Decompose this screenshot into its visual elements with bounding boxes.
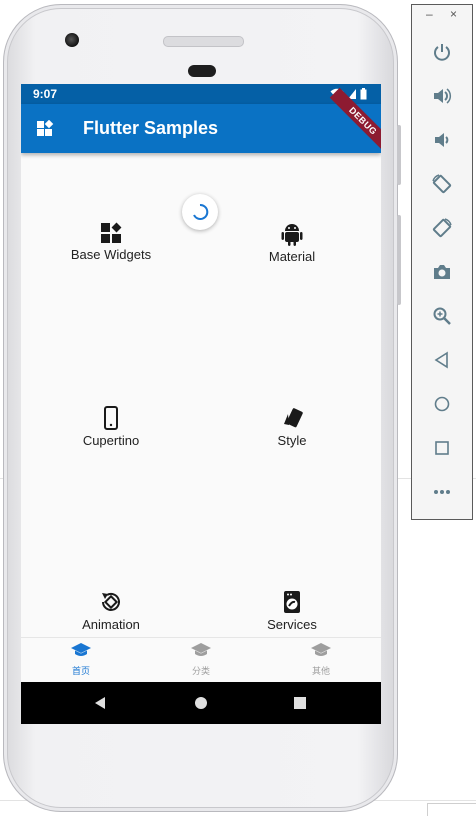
nav-item-label: 首页 <box>71 666 90 676</box>
sensor-slot <box>188 65 216 77</box>
grid-item-animation[interactable]: Animation <box>21 590 201 632</box>
close-button[interactable]: × <box>450 7 457 21</box>
more-button[interactable] <box>412 477 472 507</box>
back-button[interactable] <box>412 345 472 375</box>
status-bar: 9:07 <box>21 84 381 104</box>
more-icon <box>434 490 450 494</box>
status-time: 9:07 <box>33 87 58 101</box>
home-icon <box>434 396 450 412</box>
grid-item-label: Cupertino <box>82 433 140 448</box>
volume-down-icon <box>435 133 449 147</box>
volume-up-icon <box>434 88 452 104</box>
side-button <box>397 215 401 305</box>
android-icon <box>281 224 303 246</box>
grid-item-label: Base Widgets <box>70 247 152 262</box>
school-icon <box>191 643 211 656</box>
overview-icon[interactable] <box>293 696 307 710</box>
nav-item-other[interactable]: 其他 <box>261 642 381 677</box>
battery-icon <box>360 88 367 100</box>
emulator-toolbar: – × <box>411 4 473 520</box>
rotate-left-button[interactable] <box>412 169 472 199</box>
app-bar: Flutter Samples DEBUG <box>21 87 381 155</box>
home-icon[interactable] <box>194 696 208 710</box>
widgets-icon[interactable] <box>36 120 54 138</box>
overview-icon <box>435 441 449 455</box>
system-navigation-bar <box>21 682 381 724</box>
rotate-right-icon <box>432 218 452 238</box>
grid-item-material[interactable]: Material <box>202 222 381 264</box>
home-button[interactable] <box>412 389 472 419</box>
style-icon <box>284 408 303 428</box>
grid-item-cupertino[interactable]: Cupertino <box>21 406 201 448</box>
zoom-button[interactable] <box>412 301 472 331</box>
camera-icon <box>434 265 450 279</box>
desktop-window-corner <box>427 803 476 816</box>
nav-item-label: 其他 <box>311 666 330 676</box>
volume-up-button[interactable] <box>412 81 472 111</box>
grid-item-services[interactable]: Services <box>202 590 381 632</box>
school-icon <box>311 643 331 656</box>
nav-item-category[interactable]: 分类 <box>141 642 261 677</box>
page-title: Flutter Samples <box>83 118 219 138</box>
side-button <box>397 125 401 185</box>
grid-item-base-widgets[interactable]: Base Widgets <box>21 222 201 262</box>
nav-item-home[interactable]: 首页 <box>21 642 141 677</box>
device-screen: 9:07 Flutter Samples DEBUG Base Widgets <box>21 84 381 724</box>
grid-item-style[interactable]: Style <box>202 406 381 448</box>
minimize-button[interactable]: – <box>426 7 433 21</box>
overview-button[interactable] <box>412 433 472 463</box>
bottom-navigation: 首页 分类 其他 <box>21 637 381 683</box>
grid-item-label: Animation <box>82 617 140 632</box>
services-icon <box>284 591 300 613</box>
screenshot-button[interactable] <box>412 257 472 287</box>
widgets-icon <box>101 222 122 243</box>
phone-icon <box>104 406 118 430</box>
grid-item-label: Material <box>268 249 316 264</box>
front-camera <box>65 33 79 47</box>
power-button[interactable] <box>412 37 472 67</box>
zoom-icon <box>433 307 451 325</box>
earpiece-speaker <box>163 36 244 47</box>
rotate-right-button[interactable] <box>412 213 472 243</box>
grid-item-label: Style <box>277 433 307 448</box>
volume-down-button[interactable] <box>412 125 472 155</box>
animation-icon <box>102 592 120 611</box>
nav-item-label: 分类 <box>191 666 210 676</box>
back-icon[interactable] <box>93 696 107 710</box>
school-icon <box>71 643 91 656</box>
back-icon <box>434 351 448 369</box>
grid-item-label: Services <box>267 617 317 632</box>
rotate-left-icon <box>432 174 452 194</box>
power-icon <box>434 44 450 61</box>
